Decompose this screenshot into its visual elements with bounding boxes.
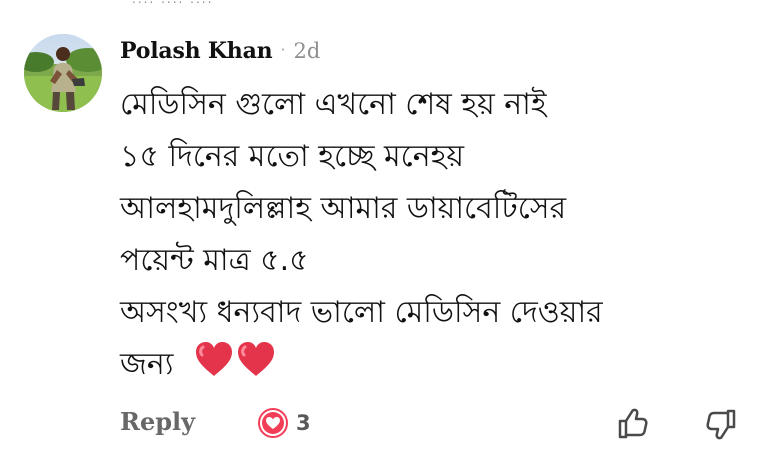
comment-line: পয়েন্ট মাত্র ৫.৫: [120, 243, 309, 278]
comment-last-line: জন্য: [120, 339, 740, 391]
thumbs-up-icon: [618, 408, 648, 439]
comment-actions: Reply 3: [120, 407, 740, 441]
author-name[interactable]: Polash Khan: [120, 38, 273, 64]
comment-screen: .... .... .... Polash Khan: [0, 0, 768, 464]
comment-body: মেডিসিন গুলো এখনো শেষ হয় নাই ১৫ দিনের ম…: [120, 79, 740, 391]
avatar[interactable]: [24, 34, 102, 112]
heart-emoji-icon: [196, 342, 232, 376]
avatar-image: [24, 34, 102, 112]
comment-line: মেডিসিন গুলো এখনো শেষ হয় নাই: [120, 87, 547, 122]
heart-emojis: [193, 340, 277, 378]
comment-line: ১৫ দিনের মতো হচ্ছে মনেহয়: [120, 139, 465, 174]
comment-line: আলহামদুলিল্লাহ আমার ডায়াবেটিসের: [120, 191, 567, 226]
comment-line: অসংখ্য ধন্যবাদ ভালো মেডিসিন দেওয়ার: [120, 295, 603, 330]
comment-time: 2d: [293, 39, 321, 63]
comment-header: Polash Khan · 2d: [120, 38, 740, 72]
comment-content: Polash Khan · 2d মেডিসিন গুলো এখনো শেষ হ…: [120, 38, 740, 391]
time-separator: ·: [280, 40, 286, 59]
reaction-summary[interactable]: 3: [258, 407, 311, 439]
comment-line: জন্য: [120, 347, 174, 382]
like-button[interactable]: [616, 407, 650, 441]
heart-emoji-icon: [238, 342, 274, 376]
reply-button[interactable]: Reply: [120, 407, 195, 436]
reaction-count: 3: [296, 411, 311, 435]
dislike-button[interactable]: [704, 407, 738, 441]
thumbs-down-icon: [706, 409, 736, 440]
heart-icon: [258, 408, 288, 438]
cropped-previous-content: .... .... ....: [132, 0, 222, 4]
